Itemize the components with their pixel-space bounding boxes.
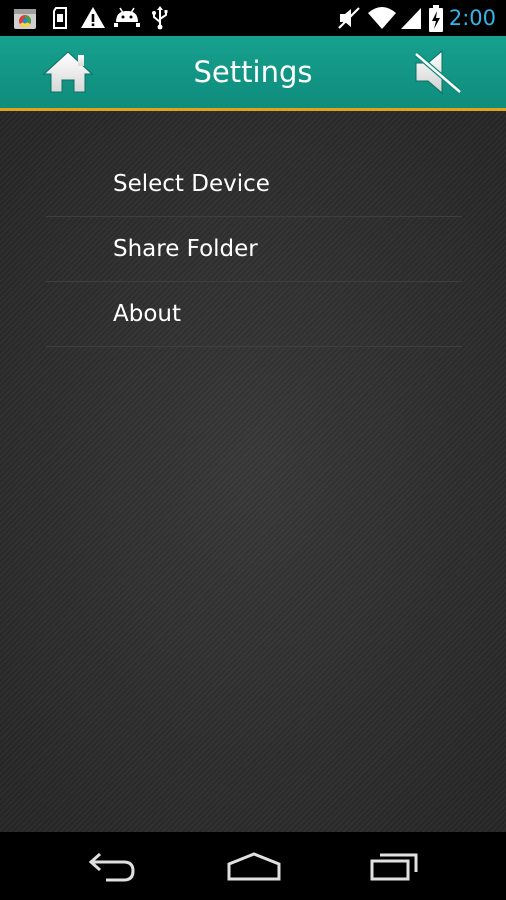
cell-signal-icon	[399, 5, 423, 35]
menu-item-about[interactable]: About	[46, 282, 462, 347]
recents-icon	[370, 853, 418, 881]
home-nav-icon	[227, 852, 281, 881]
android-debug-icon	[113, 5, 141, 35]
navigation-bar	[0, 832, 506, 900]
settings-content: Select Device Share Folder About	[0, 111, 506, 832]
battery-charging-icon	[428, 5, 444, 37]
menu-item-label: About	[113, 301, 182, 327]
title-bar: Settings	[0, 36, 506, 111]
home-nav-button[interactable]	[226, 846, 282, 890]
mute-button[interactable]	[408, 46, 466, 98]
settings-menu: Select Device Share Folder About	[46, 152, 462, 347]
back-icon	[88, 852, 135, 882]
status-time: 2:00	[448, 6, 496, 30]
home-icon	[42, 51, 94, 93]
menu-item-label: Select Device	[113, 171, 270, 197]
recents-button[interactable]	[368, 846, 420, 890]
volume-mute-icon	[414, 49, 462, 95]
warning-icon	[80, 5, 106, 35]
home-button[interactable]	[40, 48, 96, 96]
wifi-icon	[367, 5, 397, 35]
menu-item-label: Share Folder	[113, 236, 258, 262]
menu-item-share-folder[interactable]: Share Folder	[46, 217, 462, 282]
menu-item-select-device[interactable]: Select Device	[46, 152, 462, 217]
usb-icon	[150, 5, 170, 35]
status-bar: 2:00	[0, 0, 506, 36]
sim-card-icon	[51, 5, 69, 35]
mute-status-icon	[336, 5, 362, 35]
back-button[interactable]	[86, 846, 138, 890]
app-notification-icon	[12, 5, 38, 35]
